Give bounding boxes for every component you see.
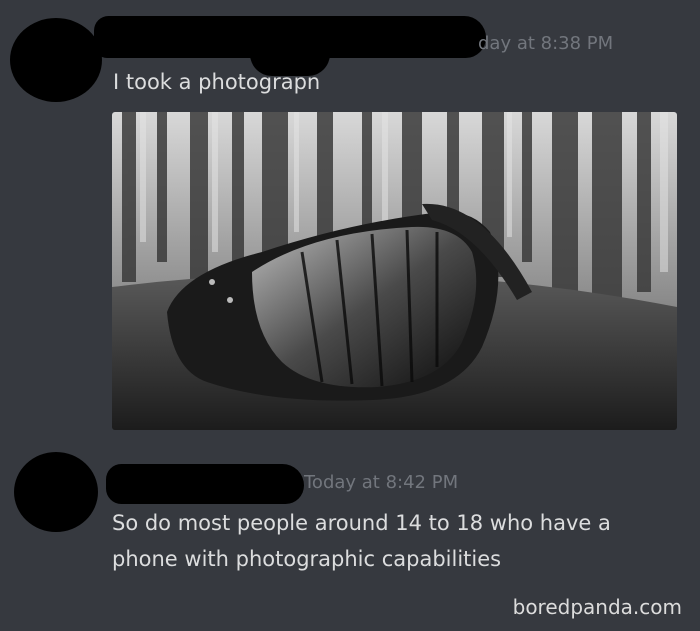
username-redacted[interactable] — [94, 16, 486, 58]
message-timestamp: Today at 8:42 PM — [304, 472, 459, 493]
message-text-line1: So do most people around 14 to 18 who ha… — [112, 511, 611, 535]
attached-photo[interactable] — [112, 112, 677, 430]
watermark: boredpanda.com — [512, 595, 682, 619]
user-avatar-redacted[interactable] — [10, 18, 102, 102]
username-redacted[interactable] — [106, 464, 304, 504]
message-text: I took a photograpn — [113, 70, 321, 94]
message-timestamp: day at 8:38 PM — [478, 33, 614, 54]
user-avatar-redacted[interactable] — [14, 452, 98, 532]
message-text-line2: phone with photographic capabilities — [112, 547, 502, 571]
sunglasses-photo-icon — [112, 112, 677, 430]
